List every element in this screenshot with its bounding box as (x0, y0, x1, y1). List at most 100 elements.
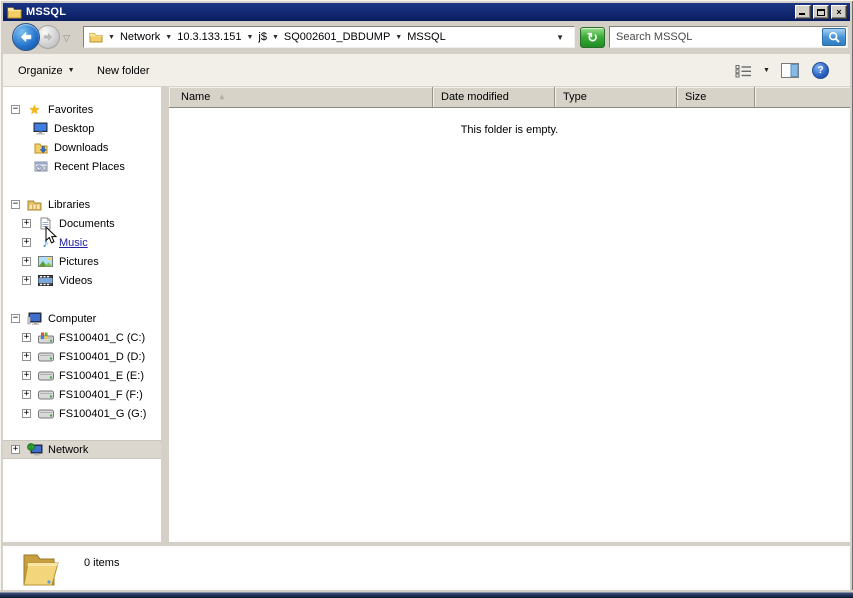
sidebar-item-drive-d[interactable]: + FS100401_D (D:) (3, 347, 161, 366)
sidebar-item-favorites[interactable]: − ★ Favorites (3, 100, 161, 119)
sidebar-item-network[interactable]: + Network (3, 440, 161, 459)
expand-icon[interactable]: + (22, 352, 31, 361)
breadcrumb-separator-icon[interactable]: ▼ (270, 34, 281, 41)
sidebar-item-recent-places[interactable]: Recent Places (3, 157, 161, 176)
address-bar[interactable]: ▼ Network ▼ 10.3.133.151 ▼ j$ ▼ SQ002601… (83, 26, 575, 48)
sidebar-item-pictures[interactable]: + Pictures (3, 252, 161, 271)
sidebar-item-videos[interactable]: + Videos (3, 271, 161, 290)
network-icon (26, 443, 43, 456)
expand-icon[interactable]: + (22, 257, 31, 266)
breadcrumb-separator-icon[interactable]: ▼ (244, 34, 255, 41)
recent-places-icon (32, 161, 49, 173)
command-bar-right: ▼ ? (3, 54, 850, 87)
breadcrumb-separator-icon[interactable]: ▼ (163, 34, 174, 41)
close-button[interactable]: × (831, 5, 847, 19)
collapse-icon[interactable]: − (11, 105, 20, 114)
sidebar-item-computer[interactable]: − Computer (3, 309, 161, 328)
breadcrumb-share[interactable]: j$ (255, 31, 270, 43)
breadcrumb-mssql[interactable]: MSSQL (404, 31, 449, 43)
collapse-icon[interactable]: − (11, 200, 20, 209)
empty-folder-message: This folder is empty. (169, 124, 850, 136)
expand-icon[interactable]: + (22, 238, 31, 247)
location-folder-icon[interactable] (88, 32, 104, 43)
expand-icon[interactable]: + (11, 445, 20, 454)
expand-icon[interactable]: + (22, 371, 31, 380)
back-button[interactable] (12, 23, 40, 51)
sidebar-item-drive-f[interactable]: + FS100401_F (F:) (3, 385, 161, 404)
views-dropdown-icon[interactable]: ▼ (763, 67, 770, 74)
window-bottom-edge (0, 590, 853, 598)
sidebar-item-desktop[interactable]: Desktop (3, 119, 161, 138)
computer-icon (26, 312, 43, 325)
search-box[interactable]: Search MSSQL (609, 26, 848, 48)
help-button[interactable]: ? (812, 62, 829, 79)
column-header-name[interactable]: Name ▲ (169, 87, 433, 107)
pane-splitter[interactable] (161, 87, 169, 542)
window-controls: × (795, 5, 847, 19)
search-placeholder: Search MSSQL (616, 31, 692, 43)
history-dropdown-icon[interactable]: ▽ (63, 33, 70, 44)
breadcrumb-host[interactable]: 10.3.133.151 (174, 31, 244, 43)
videos-icon (37, 275, 54, 286)
expand-icon[interactable]: + (22, 276, 31, 285)
magnifier-icon (828, 31, 841, 44)
expand-icon[interactable]: + (22, 219, 31, 228)
minimize-button[interactable] (795, 5, 811, 19)
change-view-button[interactable] (735, 64, 752, 83)
collapse-icon[interactable]: − (11, 314, 20, 323)
window-folder-icon (6, 6, 22, 19)
expand-icon[interactable]: + (22, 409, 31, 418)
current-folder-icon (18, 549, 62, 596)
explorer-window: MSSQL × ▽ ▼ Network ▼ 10.3.133.151 ▼ j$ … (0, 0, 853, 598)
column-header-row: Name ▲ Date modified Type Size (169, 87, 850, 108)
libraries-icon (26, 199, 43, 211)
sidebar-item-drive-c[interactable]: + FS100401_C (C:) (3, 328, 161, 347)
system-drive-icon (37, 332, 54, 344)
expand-icon[interactable]: + (22, 390, 31, 399)
sidebar-item-downloads[interactable]: Downloads (3, 138, 161, 157)
sidebar-item-music[interactable]: + ♪ Music (3, 233, 161, 252)
pictures-icon (37, 256, 54, 267)
sidebar-item-libraries[interactable]: − Libraries (3, 195, 161, 214)
maximize-button[interactable] (813, 5, 829, 19)
item-count: 0 items (84, 557, 119, 569)
desktop-icon (32, 122, 49, 135)
favorites-icon: ★ (26, 103, 43, 116)
column-header-date-modified[interactable]: Date modified (433, 87, 555, 107)
preview-pane-icon (781, 63, 799, 78)
breadcrumb-network[interactable]: Network (117, 31, 163, 43)
window-title: MSSQL (26, 6, 66, 18)
breadcrumb-dbdump[interactable]: SQ002601_DBDUMP (281, 31, 393, 43)
file-list-pane[interactable]: Name ▲ Date modified Type Size This fold… (169, 87, 850, 542)
navigation-pane: − ★ Favorites Desktop Downloads (3, 87, 161, 542)
expand-icon[interactable]: + (22, 333, 31, 342)
title-bar[interactable]: MSSQL × (3, 3, 850, 21)
search-button[interactable] (822, 28, 846, 46)
address-dropdown-icon[interactable]: ▼ (556, 33, 564, 42)
command-bar: Organize ▼ New folder ▼ ? (3, 54, 850, 87)
downloads-icon (32, 142, 49, 154)
column-header-filler (755, 87, 850, 107)
views-list-icon (735, 64, 752, 78)
sidebar-item-drive-g[interactable]: + FS100401_G (G:) (3, 404, 161, 423)
window-body: − ★ Favorites Desktop Downloads (3, 87, 850, 542)
column-header-type[interactable]: Type (555, 87, 677, 107)
music-icon: ♪ (37, 236, 54, 249)
back-arrow-icon (19, 31, 33, 43)
sidebar-item-drive-e[interactable]: + FS100401_E (E:) (3, 366, 161, 385)
refresh-button[interactable]: ↻ (580, 27, 605, 48)
drive-icon (37, 352, 54, 362)
drive-icon (37, 390, 54, 400)
navigation-bar: ▽ ▼ Network ▼ 10.3.133.151 ▼ j$ ▼ SQ0026… (3, 21, 850, 54)
drive-icon (37, 371, 54, 381)
drive-icon (37, 409, 54, 419)
sidebar-item-documents[interactable]: + Documents (3, 214, 161, 233)
column-header-size[interactable]: Size (677, 87, 755, 107)
documents-icon (37, 217, 54, 230)
breadcrumb-separator-icon[interactable]: ▼ (393, 34, 404, 41)
sort-ascending-icon: ▲ (218, 94, 225, 101)
forward-arrow-icon (42, 32, 54, 42)
preview-pane-button[interactable] (781, 63, 799, 83)
breadcrumb-separator-icon[interactable]: ▼ (106, 34, 117, 41)
details-pane: 0 items (3, 542, 850, 590)
